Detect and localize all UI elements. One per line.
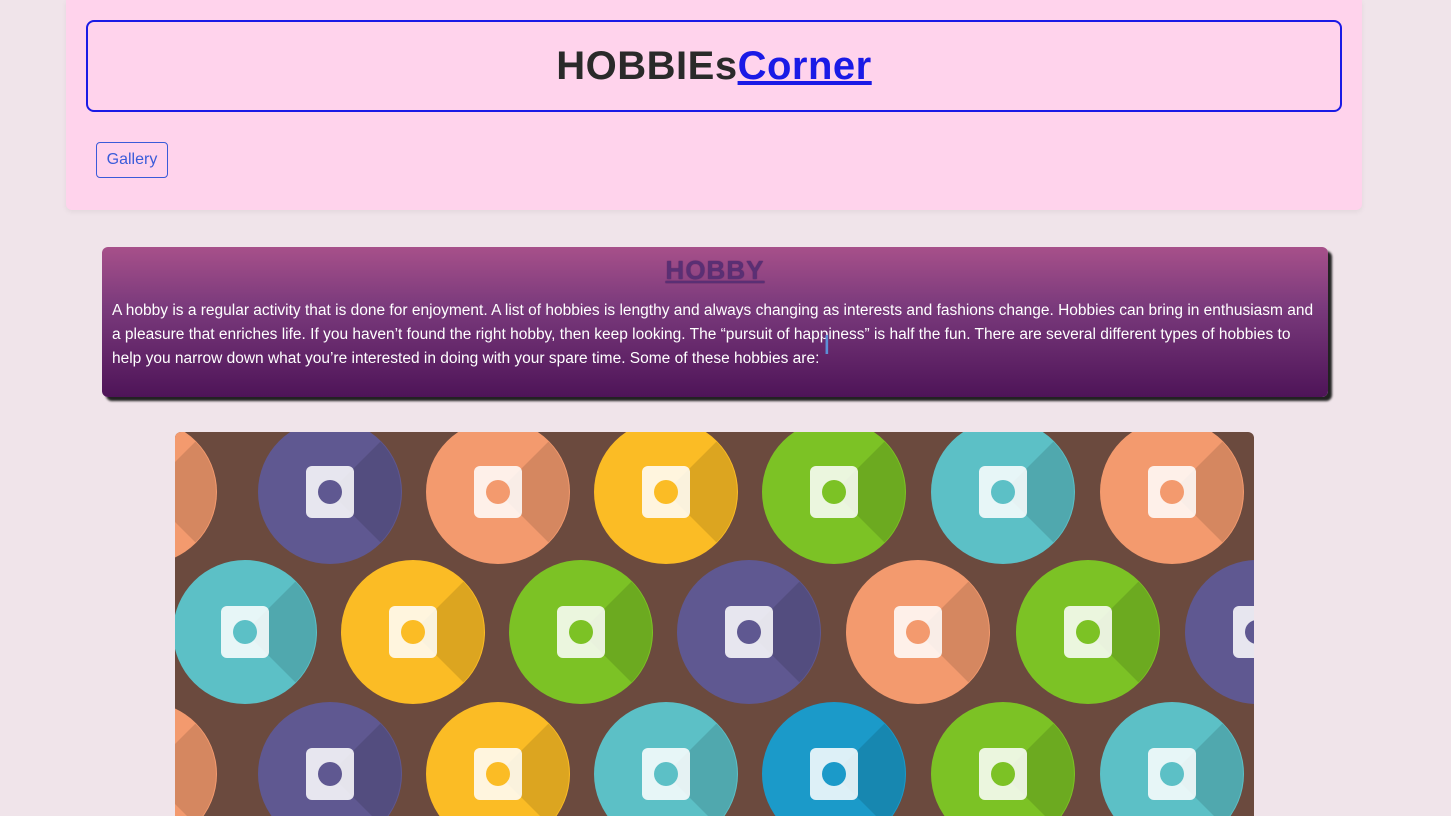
gamepad-icon <box>258 432 402 564</box>
site-title-main: HOBBIEs <box>556 43 738 88</box>
turntable-icon <box>846 560 990 704</box>
glasses-icon <box>175 708 217 816</box>
fishing-icon <box>762 702 906 816</box>
site-title-link[interactable]: Corner <box>738 44 872 88</box>
site-title-box: HOBBIEsCorner <box>86 20 1342 112</box>
hobby-card: HOBBY A hobby is a regular activity that… <box>102 247 1328 397</box>
palette-icon <box>931 432 1075 564</box>
chef-hat-icon <box>1016 560 1160 704</box>
hobbies-gallery-image <box>175 432 1254 816</box>
site-title: HOBBIEsCorner <box>556 44 871 89</box>
gardening-icon <box>341 560 485 704</box>
tablet-icon <box>594 432 738 564</box>
puzzle-icon <box>175 560 317 704</box>
airplane-icon <box>1100 702 1244 816</box>
stamp-icon <box>258 702 402 816</box>
camera-icon <box>426 432 570 564</box>
header-panel: HOBBIEsCorner Gallery <box>66 0 1362 210</box>
tent-icon <box>1185 560 1254 704</box>
aquarium-icon <box>175 432 217 558</box>
gallery-button[interactable]: Gallery <box>96 142 168 178</box>
hobby-description: A hobby is a regular activity that is do… <box>112 302 1314 367</box>
hobbies-icon-grid <box>175 432 1254 816</box>
bicycle-icon <box>594 702 738 816</box>
microphone-icon <box>426 702 570 816</box>
cake-icon <box>762 432 906 564</box>
origami-bird-icon <box>1100 432 1244 564</box>
guitar-icon <box>931 702 1075 816</box>
text-cursor-icon: I <box>823 331 831 361</box>
hobby-heading: HOBBY <box>665 255 765 285</box>
playing-cards-icon <box>677 560 821 704</box>
knitting-icon <box>509 560 653 704</box>
